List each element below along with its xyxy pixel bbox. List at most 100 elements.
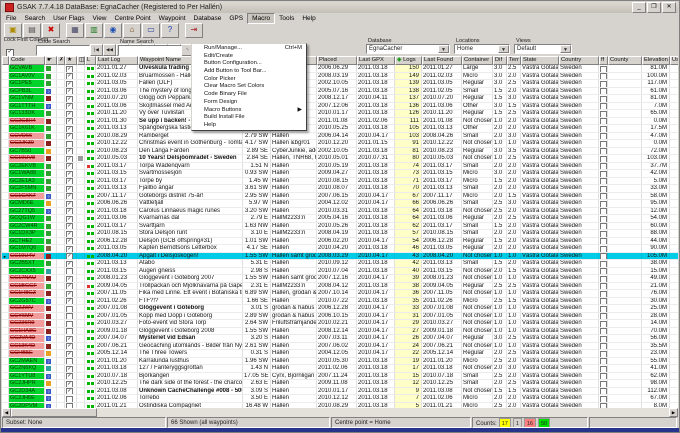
chevron-down-icon[interactable]: ▼ (438, 45, 449, 53)
found-checkbox[interactable]: ✓ (66, 111, 73, 117)
ftf-checkbox[interactable] (600, 366, 607, 372)
ftf-checkbox[interactable] (600, 268, 607, 274)
table-row[interactable]: GCY6MV2007.01.05Kopp med Dopp i Göteborg… (2, 313, 678, 321)
column-header-state[interactable]: State (521, 56, 559, 65)
column-header-country[interactable]: Country (559, 56, 599, 65)
table-row[interactable]: GC2F5MN✓2011.03.13Fjällbo ängar3.61 SWHa… (2, 185, 678, 193)
ftf-checkbox[interactable] (600, 133, 607, 139)
ftf-checkbox[interactable] (600, 276, 607, 282)
column-header-log[interactable]: Last Log (96, 56, 138, 65)
menu-help[interactable]: Help (298, 14, 319, 23)
ftf-checkbox[interactable] (600, 351, 607, 357)
table-row[interactable]: GC1TTTH?✓2011.03.06Skojtmassel med Antja… (2, 103, 678, 111)
found-checkbox[interactable] (66, 141, 73, 147)
table-row[interactable]: GC236R92010.03.27Foto-event vid Stora To… (2, 320, 678, 328)
delete-icon[interactable]: ✖ (42, 23, 60, 38)
macro-menu-item-button-configuration-[interactable]: Button Configuration... (192, 60, 306, 68)
found-checkbox[interactable]: ✓ (66, 343, 73, 349)
found-checkbox[interactable]: ✓ (66, 231, 73, 237)
fast-back-icon[interactable]: ◀◀ (103, 44, 116, 56)
table-row[interactable]: GCZJWV2007.01.08Glöggevent i Göteborg3.0… (2, 305, 678, 313)
macro-menu-item-code-binary-file[interactable]: Code Binary File (192, 91, 306, 99)
ftf-checkbox[interactable] (600, 171, 607, 177)
views-select[interactable]: Default ▼ (514, 44, 572, 54)
found-checkbox[interactable] (66, 268, 73, 274)
menu-database[interactable]: Database (190, 14, 226, 23)
macro-menu-item-help[interactable]: Help (192, 122, 306, 130)
ftf-checkbox[interactable] (600, 81, 607, 87)
monitor-icon[interactable]: ▭ (142, 23, 160, 38)
ftf-checkbox[interactable] (600, 66, 607, 72)
ftf-checkbox[interactable] (600, 283, 607, 289)
found-checkbox[interactable]: ✓ (66, 298, 73, 304)
table-row[interactable]: GC1CXK7?✓2007.11.17Göteborgs distrikt 75… (2, 193, 678, 201)
macro-menu-item-edit-create[interactable]: Edit/Create (192, 53, 306, 61)
ftf-checkbox[interactable] (600, 186, 607, 192)
menu-centre-point[interactable]: Centre Point (111, 14, 155, 23)
ftf-checkbox[interactable] (600, 201, 607, 207)
menu-view[interactable]: View (89, 14, 111, 23)
table-row[interactable]: GC2MAEN?2011.01.20Kärralunda lusthus1.96… (2, 358, 678, 366)
found-checkbox[interactable]: ✓ (66, 351, 73, 357)
table-row[interactable]: GCVD66✓2010.08.29Ramberget2.79 SWHallén2… (2, 133, 678, 141)
macro-menu-item-clear-macro-set-colors[interactable]: Clear Macro Set Colors (192, 83, 306, 91)
menu-gps[interactable]: GPS (225, 14, 247, 23)
open-folder-icon[interactable]: ▣ (4, 23, 22, 38)
column-header-county[interactable]: County (608, 56, 642, 65)
column-header-diff[interactable]: Dif (493, 56, 507, 65)
table-row[interactable]: GC2B5XT✓2011.03.13Åtabo5.31 EHallén2010.… (2, 260, 678, 268)
table-row[interactable]: GC2CXX52011.03.15Augen gneiss2.98 SHallé… (2, 268, 678, 276)
macro-menu-item-run-manage-[interactable]: Run/Manage...Ctrl+M (192, 45, 306, 53)
column-header-logs[interactable]: ◆ Logs (395, 56, 422, 65)
chevron-down-icon[interactable]: ▼ (560, 45, 571, 53)
table-row[interactable]: GC1PE5✓2011.03.05Fallen (DLF)2002.10.052… (2, 80, 678, 88)
found-checkbox[interactable]: ✓ (66, 253, 73, 259)
ftf-checkbox[interactable] (600, 388, 607, 394)
exit-icon[interactable]: ⇥ (185, 23, 203, 38)
table-row[interactable]: GCHB5E✓2005.12.14The Three Towers0.31 SH… (2, 350, 678, 358)
scroll-left-icon[interactable]: ◀ (2, 408, 11, 417)
ftf-checkbox[interactable] (600, 103, 607, 109)
ftf-checkbox[interactable] (600, 381, 607, 387)
table-row[interactable]: GC2D34A?✓2011.03.08Unknown CacheChalleng… (2, 388, 678, 396)
database-select[interactable]: EgnaCacher ▼ (366, 44, 450, 54)
table-row[interactable]: GC1HA8G2009.01.18Glöggevent i Göteborg 2… (2, 328, 678, 336)
found-checkbox[interactable]: ✓ (66, 388, 73, 394)
found-checkbox[interactable]: ✓ (66, 186, 73, 192)
chevron-down-icon[interactable]: ▼ (498, 45, 509, 53)
table-row[interactable]: GC27TQ5?✓2011.03.18Carolus Linnaeus magi… (2, 208, 678, 216)
menu-file[interactable]: File (2, 14, 20, 23)
found-checkbox[interactable]: ✓ (66, 96, 73, 102)
scrollbar-thumb[interactable] (11, 408, 97, 417)
found-checkbox[interactable]: ✓ (66, 126, 73, 132)
help-icon[interactable]: ? (161, 23, 179, 38)
ftf-checkbox[interactable] (600, 313, 607, 319)
macro-menu-item-add-button-to-tool-bar-[interactable]: Add Button to Tool Bar... (192, 68, 306, 76)
export-grid-icon[interactable]: ▥ (85, 23, 103, 38)
table-row[interactable]: GC1M7Q6✓2011.03.05Kapten Berndtsons Lett… (2, 245, 678, 253)
table-row[interactable]: GC7B50✓2010.08.23Den Långa Färden2.89 SE… (2, 148, 678, 156)
ftf-checkbox[interactable] (600, 373, 607, 379)
macro-menu-item-macro-buttons[interactable]: Macro Buttons▶ (192, 107, 306, 115)
close-button[interactable]: ✕ (662, 2, 676, 13)
name-search-input[interactable] (118, 45, 182, 56)
maximize-button[interactable]: ❐ (647, 2, 661, 13)
found-checkbox[interactable]: ✓ (66, 156, 73, 162)
table-row[interactable]: GCMD6E✓2006.06.26Vättlefjäll5.97 WHallén… (2, 200, 678, 208)
found-checkbox[interactable]: ✓ (66, 291, 73, 297)
table-row[interactable]: GC2JH6E?2011.02.06Torrebo3.50 EHallén201… (2, 395, 678, 403)
scrollbar-track[interactable] (97, 408, 669, 417)
code-search-input[interactable] (36, 45, 90, 56)
ftf-checkbox[interactable] (600, 306, 607, 312)
found-checkbox[interactable]: ✓ (66, 373, 73, 379)
table-row[interactable]: GC13K4D✓2007.06.21Geocaching utomlands -… (2, 343, 678, 351)
table-row[interactable]: GCTHE2✓2006.12.28Delsjön (GCB offspring#… (2, 238, 678, 246)
column-header-user[interactable]: User ▲ (670, 56, 678, 65)
found-checkbox[interactable]: ✓ (66, 381, 73, 387)
menu-user-flags[interactable]: User Flags (49, 14, 88, 23)
found-checkbox[interactable] (66, 358, 73, 364)
table-row[interactable]: GC2JK302010.12.22Christmas event in Goth… (2, 140, 678, 148)
table-row[interactable]: GC2E1A3✓2011.03.17Torpe by1.45 WHallén20… (2, 178, 678, 186)
table-row[interactable]: GC1K61K✓2011.03.13Spångbergska fastighet… (2, 125, 678, 133)
found-checkbox[interactable]: ✓ (66, 238, 73, 244)
